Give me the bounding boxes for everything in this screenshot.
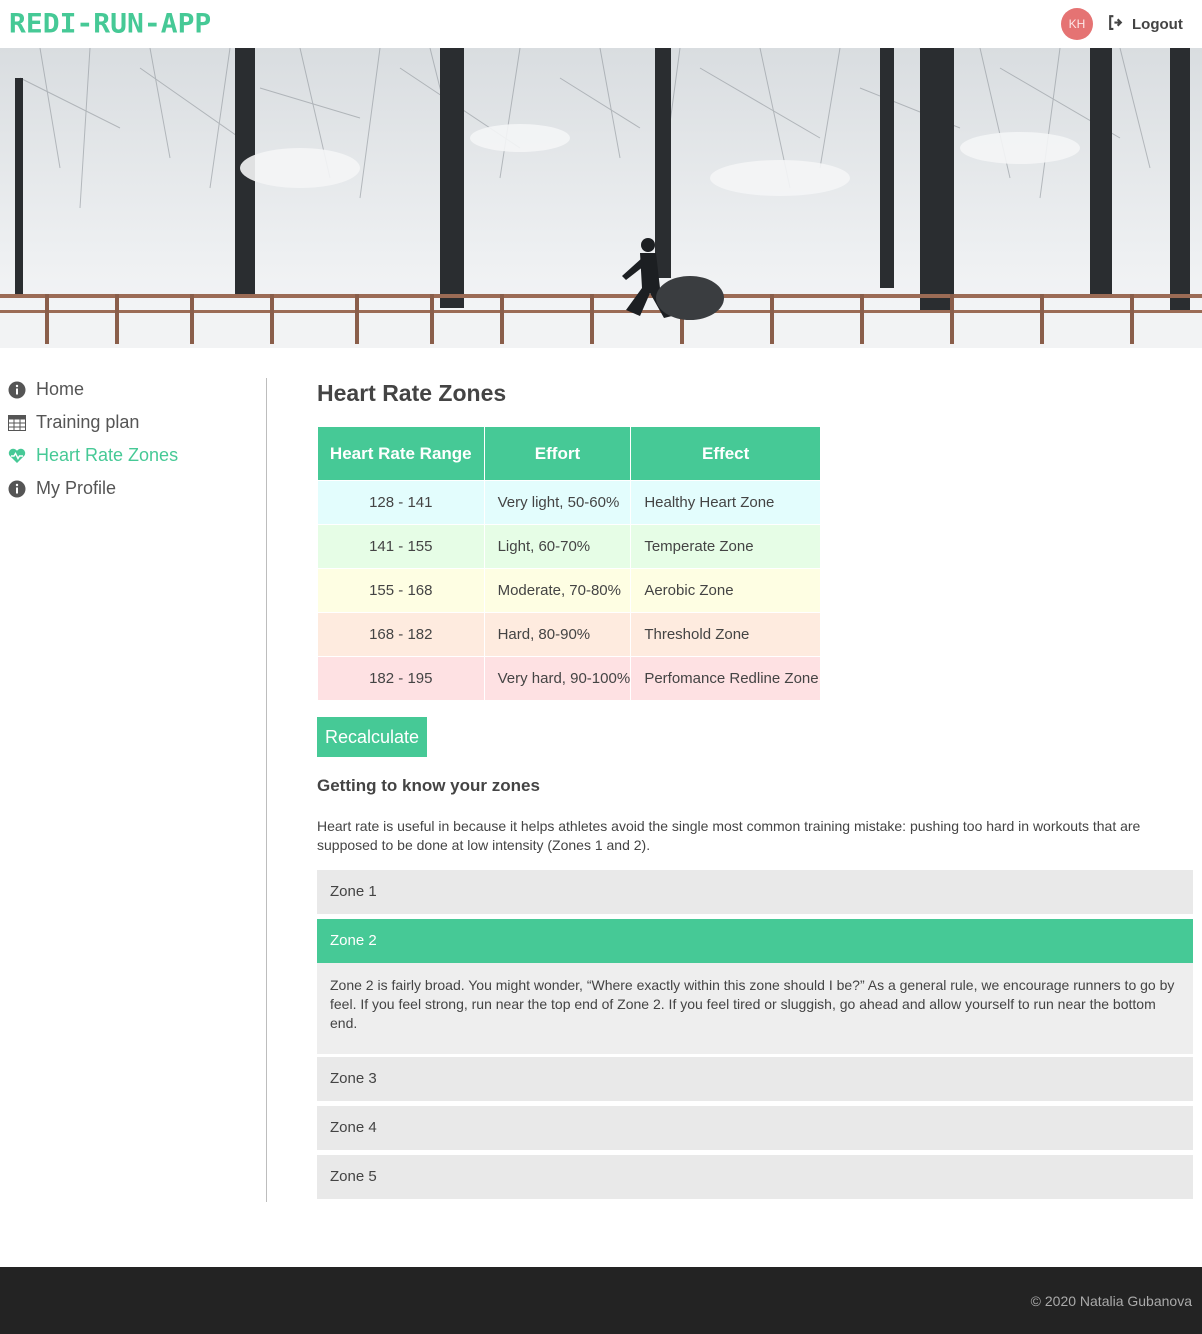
zones-accordion: Zone 1 Zone 2 Zone 2 is fairly broad. Yo… — [317, 870, 1193, 1204]
sidebar-item-label: Training plan — [36, 412, 140, 432]
effect-cell: Healthy Heart Zone — [630, 480, 821, 525]
main-content: Heart Rate Zones Heart Rate Range Effort… — [317, 378, 1193, 1199]
logout-label: Logout — [1132, 15, 1183, 33]
info-icon — [8, 480, 26, 498]
accordion-zone-5[interactable]: Zone 5 — [317, 1155, 1193, 1199]
table-row: 128 - 141 Very light, 50-60% Healthy Heart… — [317, 480, 821, 525]
effort-cell: Light, 60-70% — [483, 524, 632, 569]
heart-rate-zones-table: Heart Rate Range Effort Effect 128 - 141… — [317, 426, 821, 701]
sidebar-item-my-profile[interactable]: My Profile — [0, 472, 266, 505]
footer: © 2020 Natalia Gubanova — [0, 1267, 1202, 1334]
table-row: 141 - 155 Light, 60-70% Temperate Zone — [317, 524, 821, 569]
page-title: Heart Rate Zones — [317, 380, 507, 406]
table-header-row: Heart Rate Range Effort Effect — [317, 426, 821, 481]
sidebar-item-home[interactable]: Home — [0, 373, 266, 406]
sign-out-icon — [1107, 14, 1124, 35]
info-icon — [8, 381, 26, 399]
column-header: Heart Rate Range — [317, 426, 485, 481]
table-row: 182 - 195 Very hard, 90-100% Perfomance Re… — [317, 656, 821, 701]
sidebar-item-label: My Profile — [36, 478, 117, 498]
effort-cell: Very hard, 90-100% — [483, 656, 632, 701]
accordion-zone-2[interactable]: Zone 2 — [317, 919, 1193, 963]
accordion-zone-2-content: Zone 2 is fairly broad. You might wonder… — [317, 963, 1193, 1054]
sidebar-item-heart-rate-zones[interactable]: Heart Rate Zones — [0, 439, 266, 472]
app-logo[interactable]: REDI-RUN-APP — [9, 8, 211, 39]
heartbeat-icon — [8, 447, 26, 465]
effort-cell: Very light, 50-60% — [483, 480, 632, 525]
accordion-zone-3[interactable]: Zone 3 — [317, 1057, 1193, 1101]
logout-button[interactable]: Logout — [1107, 14, 1183, 34]
section-heading: Getting to know your zones — [317, 776, 540, 795]
sidebar-item-label: Home — [36, 379, 85, 399]
range-cell: 141 - 155 — [317, 524, 485, 569]
effort-cell: Hard, 80-90% — [483, 612, 632, 657]
column-header: Effect — [630, 426, 821, 481]
range-cell: 155 - 168 — [317, 568, 485, 613]
effort-cell: Moderate, 70-80% — [483, 568, 632, 613]
sidebar: Home Training plan Heart Rate Zones My P… — [0, 378, 267, 1202]
sidebar-item-label: Heart Rate Zones — [36, 445, 179, 465]
recalculate-button[interactable]: Recalculate — [317, 717, 427, 757]
table-row: 155 - 168 Moderate, 70-80% Aerobic Zone — [317, 568, 821, 613]
accordion-zone-4[interactable]: Zone 4 — [317, 1106, 1193, 1150]
hero-image — [0, 48, 1202, 348]
effect-cell: Threshold Zone — [630, 612, 821, 657]
range-cell: 168 - 182 — [317, 612, 485, 657]
sidebar-item-training-plan[interactable]: Training plan — [0, 406, 266, 439]
table-row: 168 - 182 Hard, 80-90% Threshold Zone — [317, 612, 821, 657]
user-avatar[interactable]: KH — [1061, 8, 1093, 40]
range-cell: 182 - 195 — [317, 656, 485, 701]
range-cell: 128 - 141 — [317, 480, 485, 525]
top-navbar: REDI-RUN-APP KH Logout — [0, 0, 1202, 48]
accordion-zone-1[interactable]: Zone 1 — [317, 870, 1193, 914]
column-header: Effort — [483, 426, 632, 481]
copyright-text: © 2020 Natalia Gubanova — [1030, 1293, 1192, 1309]
intro-paragraph: Heart rate is useful in because it helps… — [317, 818, 1141, 853]
effect-cell: Perfomance Redline Zone — [630, 656, 821, 701]
effect-cell: Aerobic Zone — [630, 568, 821, 613]
effect-cell: Temperate Zone — [630, 524, 821, 569]
calendar-icon — [8, 414, 26, 432]
